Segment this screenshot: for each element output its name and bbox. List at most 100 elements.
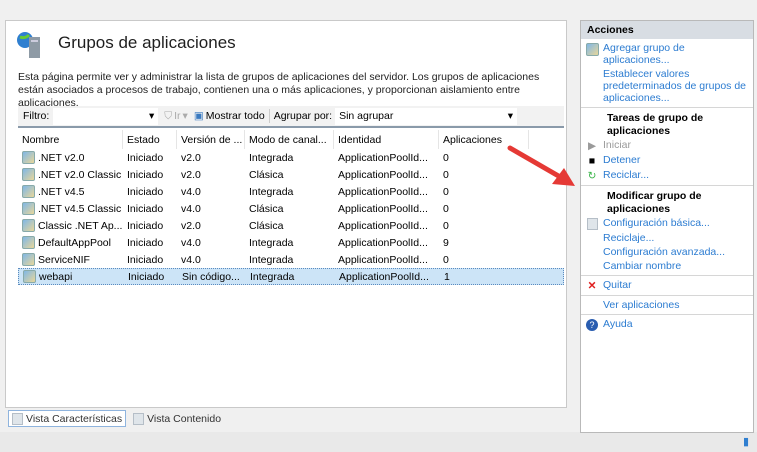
cell: Iniciado: [127, 236, 164, 249]
cell: Iniciado: [127, 185, 164, 198]
cell: Iniciado: [127, 168, 164, 181]
show-all-icon: ▣: [193, 110, 204, 122]
table-row[interactable]: .NET v2.0 Iniciado v2.0 Integrada Applicatio…: [18, 149, 564, 166]
go-button[interactable]: ⛉ Ir ▾: [164, 110, 188, 123]
cell: .NET v4.5 Classic: [18, 202, 123, 215]
column-header-modo[interactable]: Modo de canal...: [245, 130, 334, 149]
cell: ApplicationPoolId...: [338, 151, 428, 164]
table-row[interactable]: .NET v4.5 Classic Iniciado v4.0 Clásica Appl…: [18, 200, 564, 217]
cell: Integrada: [249, 151, 294, 164]
start-action[interactable]: ▶ Iniciar: [581, 138, 753, 153]
actions-header: Acciones: [581, 21, 753, 39]
rename-link[interactable]: Cambiar nombre: [581, 259, 753, 273]
filter-label: Filtro:: [23, 110, 50, 122]
view-apps-link[interactable]: Ver aplicaciones: [581, 298, 753, 312]
app-pools-table: Nombre Estado Versión de ... Modo de can…: [18, 130, 564, 285]
cell: .NET v2.0 Classic: [18, 168, 123, 181]
settings-icon: [581, 217, 603, 230]
cell: ApplicationPoolId...: [338, 202, 428, 215]
column-header-identidad[interactable]: Identidad: [334, 130, 439, 149]
column-header-version[interactable]: Versión de ...: [177, 130, 245, 149]
cell: ApplicationPoolId...: [338, 253, 428, 266]
show-all-button[interactable]: ▣ Mostrar todo: [194, 110, 265, 122]
cell: v4.0: [181, 253, 201, 266]
cell: Clásica: [249, 202, 284, 215]
group-by-select[interactable]: Sin agrupar ▾: [335, 107, 518, 125]
stop-action[interactable]: ■ Detener: [581, 153, 753, 168]
column-header-nombre[interactable]: Nombre: [18, 130, 123, 149]
content-view-tab[interactable]: Vista Contenido: [130, 410, 224, 427]
play-icon: ▶: [587, 140, 597, 152]
cell: Iniciado: [128, 270, 165, 283]
recycle-action[interactable]: ↻ Reciclar...: [581, 168, 753, 183]
app-pool-icon: [22, 202, 35, 215]
add-pool-icon: [581, 42, 603, 66]
features-view-tab[interactable]: Vista Características: [8, 410, 127, 427]
cell: ApplicationPoolId...: [338, 185, 428, 198]
cell: v4.0: [181, 236, 201, 249]
cell: Clásica: [249, 168, 284, 181]
cell: ApplicationPoolId...: [339, 270, 429, 283]
basic-settings-link[interactable]: Configuración básica...: [581, 216, 753, 231]
app-pool-icon: [22, 185, 35, 198]
page-description: Esta página permite ver y administrar la…: [18, 71, 540, 109]
cell: Iniciado: [127, 151, 164, 164]
cell: ApplicationPoolId...: [338, 236, 428, 249]
status-bar: ▮: [0, 432, 757, 452]
app-pool-icon: [22, 151, 35, 164]
advanced-settings-link[interactable]: Configuración avanzada...: [581, 245, 753, 259]
cell: 9: [443, 236, 449, 249]
cell: v2.0: [181, 219, 201, 232]
help-icon: ?: [581, 318, 603, 331]
help-link[interactable]: ? Ayuda: [581, 317, 753, 332]
page-title: Grupos de aplicaciones: [58, 33, 236, 52]
cell: ServiceNIF: [18, 253, 123, 266]
cell: Integrada: [249, 236, 294, 249]
table-row[interactable]: Classic .NET Ap... Iniciado v2.0 Clásica App…: [18, 217, 564, 234]
cell: webapi: [19, 270, 124, 283]
cell: Clásica: [249, 219, 284, 232]
cell: Iniciado: [127, 253, 164, 266]
cell: 0: [443, 202, 449, 215]
app-pool-icon: [22, 168, 35, 181]
table-row[interactable]: ServiceNIF Iniciado v4.0 Integrada Applicati…: [18, 251, 564, 268]
table-row[interactable]: .NET v2.0 Classic Iniciado v2.0 Clásica Appl…: [18, 166, 564, 183]
app-pool-icon: [22, 253, 35, 266]
filter-icon: ⛉: [164, 109, 173, 122]
cell: v2.0: [181, 168, 201, 181]
stop-icon: ■: [588, 155, 596, 167]
cell: ApplicationPoolId...: [338, 168, 428, 181]
app-pool-icon: [22, 219, 35, 232]
table-row[interactable]: webapi Iniciado Sin código... Integrada Appl…: [18, 268, 564, 285]
table-row[interactable]: .NET v4.5 Iniciado v4.0 Integrada Applicatio…: [18, 183, 564, 200]
cell: 0: [443, 219, 449, 232]
app-pool-icon: [23, 270, 36, 283]
close-icon: ✕: [587, 280, 597, 292]
tasks-section-title: Tareas de grupo de aplicaciones: [607, 112, 704, 137]
table-header: Nombre Estado Versión de ... Modo de can…: [18, 130, 564, 149]
column-header-estado[interactable]: Estado: [123, 130, 177, 149]
cell: Sin código...: [182, 270, 240, 283]
cell: ApplicationPoolId...: [338, 219, 428, 232]
recycling-link[interactable]: Reciclaje...: [581, 231, 753, 245]
cell: Integrada: [249, 185, 294, 198]
red-arrow-annotation: [507, 145, 575, 186]
set-defaults-link[interactable]: Establecer valores predeterminados de gr…: [581, 67, 753, 105]
cell: Iniciado: [127, 202, 164, 215]
filter-input[interactable]: ▾: [53, 107, 159, 125]
group-by-label: Agrupar por:: [273, 110, 333, 122]
app-pools-panel: Grupos de aplicaciones Esta página permi…: [5, 20, 567, 408]
remove-action[interactable]: ✕ Quitar: [581, 278, 753, 293]
cell: 0: [443, 253, 449, 266]
cell: 1: [444, 270, 450, 283]
cell: Integrada: [250, 270, 295, 283]
cell: Classic .NET Ap...: [18, 219, 123, 232]
table-row[interactable]: DefaultAppPool Iniciado v4.0 Integrada Appli…: [18, 234, 564, 251]
cell: Integrada: [249, 253, 294, 266]
modify-section-title: Modificar grupo de aplicaciones: [607, 190, 702, 215]
app-pool-icon: [22, 236, 35, 249]
recycle-icon: ↻: [587, 170, 597, 182]
features-view-icon: [12, 412, 23, 425]
add-pool-link[interactable]: Agregar grupo de aplicaciones...: [581, 41, 753, 67]
filter-toolbar: Filtro: ▾ ⛉ Ir ▾ ▣ Mostrar todo Agrupar po…: [18, 106, 564, 128]
